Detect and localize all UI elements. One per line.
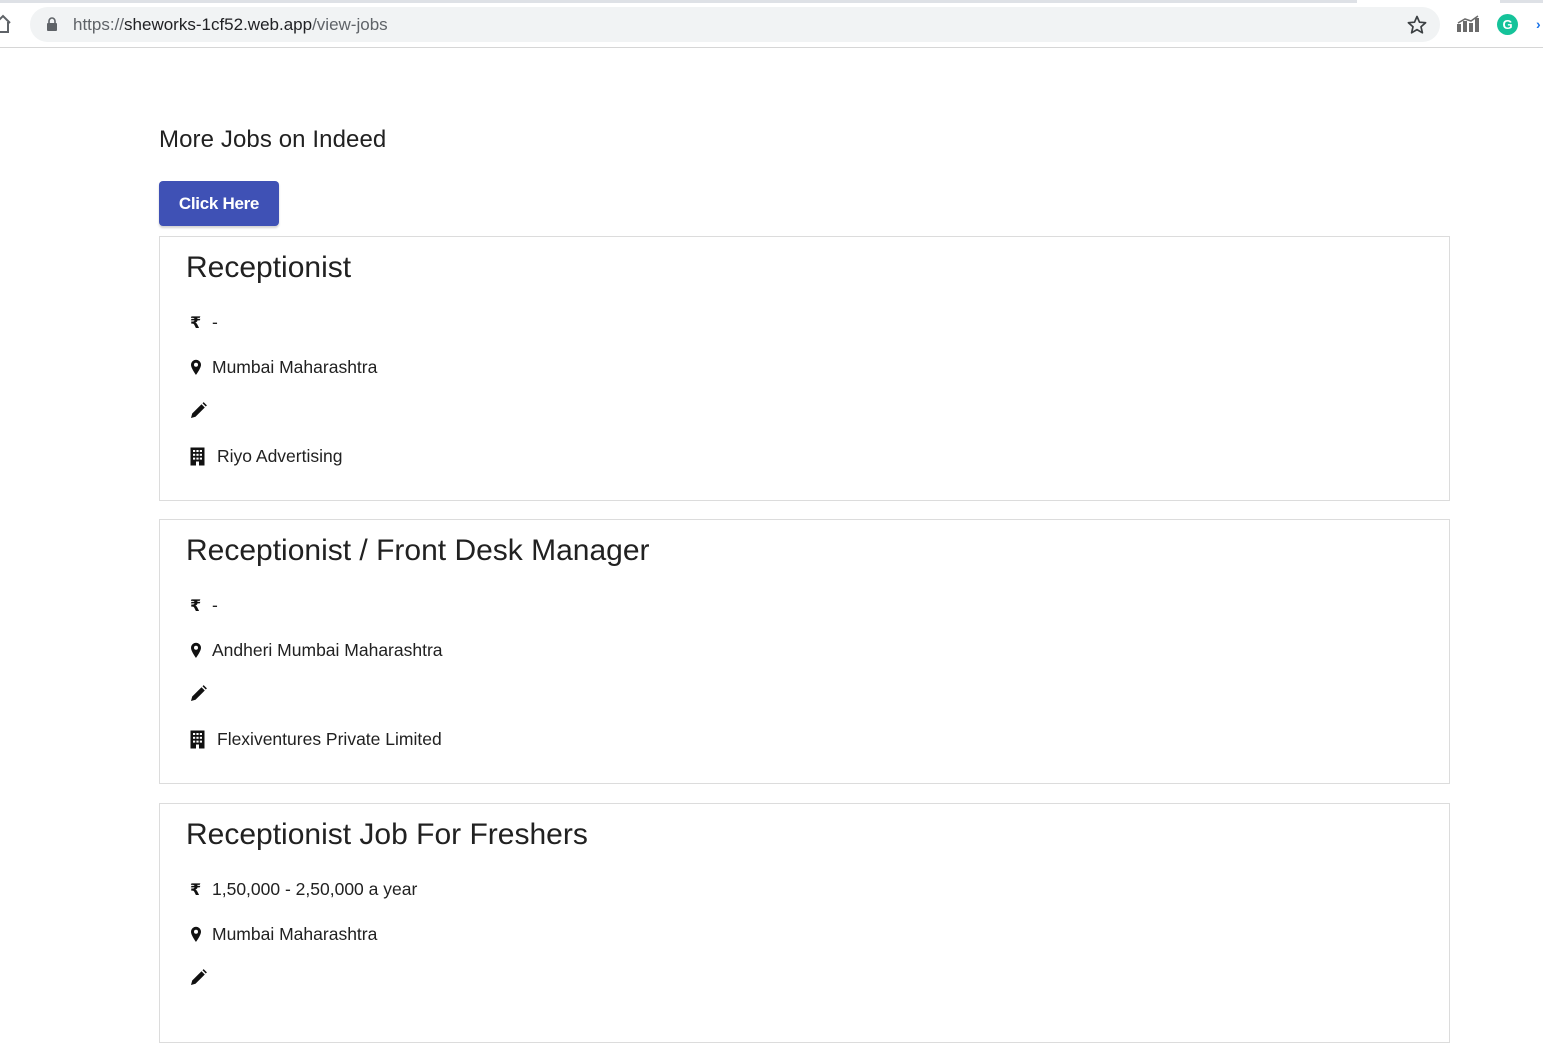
job-company: Riyo Advertising <box>217 445 343 466</box>
extension-chart-icon[interactable] <box>1456 15 1480 33</box>
home-icon[interactable] <box>0 14 12 34</box>
rupee-icon: ₹ <box>190 313 202 332</box>
url-scheme: https:// <box>73 15 125 34</box>
job-description-row <box>190 683 212 705</box>
job-title[interactable]: Receptionist / Front Desk Manager <box>186 534 650 568</box>
job-company-row: Flexiventures Private Limited <box>190 728 442 750</box>
click-here-button[interactable]: Click Here <box>159 181 279 226</box>
url-path: /view-jobs <box>312 15 388 34</box>
job-salary: - <box>212 594 218 615</box>
job-location: Mumbai Maharashtra <box>212 356 378 377</box>
tab-strip-edge-right <box>1500 0 1543 3</box>
building-icon <box>190 446 217 466</box>
url-host: sheworks-1cf52.web.app <box>124 15 313 34</box>
job-title[interactable]: Receptionist Job For Freshers <box>186 818 588 852</box>
building-icon <box>190 729 217 749</box>
pencil-icon <box>190 684 212 704</box>
lock-icon[interactable] <box>46 17 58 32</box>
pencil-icon <box>190 968 212 988</box>
job-location: Andheri Mumbai Maharashtra <box>212 639 443 660</box>
job-salary: 1,50,000 - 2,50,000 a year <box>212 878 418 899</box>
job-description-row <box>190 400 212 422</box>
url-text[interactable]: https://sheworks-1cf52.web.app/view-jobs <box>73 15 388 35</box>
job-location-row: Mumbai Maharashtra <box>190 923 377 945</box>
job-card[interactable]: Receptionist Job For Freshers ₹ 1,50,000… <box>159 803 1450 1043</box>
job-company: Flexiventures Private Limited <box>217 728 442 749</box>
job-salary-row: ₹ 1,50,000 - 2,50,000 a year <box>190 878 417 900</box>
job-salary-row: ₹ - <box>190 311 218 333</box>
job-description-row <box>190 967 212 989</box>
job-salary: - <box>212 311 218 332</box>
grammarly-extension-icon[interactable]: G <box>1497 14 1518 35</box>
bookmark-star-icon[interactable] <box>1406 14 1428 36</box>
job-salary-row: ₹ - <box>190 594 218 616</box>
job-location-row: Andheri Mumbai Maharashtra <box>190 639 443 661</box>
pencil-icon <box>190 401 212 421</box>
browser-toolbar: https://sheworks-1cf52.web.app/view-jobs… <box>0 0 1543 48</box>
section-title: More Jobs on Indeed <box>159 126 387 153</box>
extensions-overflow-icon[interactable]: › <box>1536 16 1543 32</box>
tab-strip-edge <box>0 0 1357 3</box>
map-marker-icon <box>190 357 212 377</box>
rupee-icon: ₹ <box>190 880 202 899</box>
job-title[interactable]: Receptionist <box>186 251 351 285</box>
address-bar[interactable]: https://sheworks-1cf52.web.app/view-jobs <box>30 7 1440 42</box>
job-location-row: Mumbai Maharashtra <box>190 356 377 378</box>
job-card[interactable]: Receptionist ₹ - Mumbai Maharashtra Riyo… <box>159 236 1450 501</box>
job-location: Mumbai Maharashtra <box>212 923 378 944</box>
job-card[interactable]: Receptionist / Front Desk Manager ₹ - An… <box>159 519 1450 784</box>
rupee-icon: ₹ <box>190 596 202 615</box>
map-marker-icon <box>190 924 212 944</box>
job-company-row: Riyo Advertising <box>190 445 342 467</box>
map-marker-icon <box>190 640 212 660</box>
